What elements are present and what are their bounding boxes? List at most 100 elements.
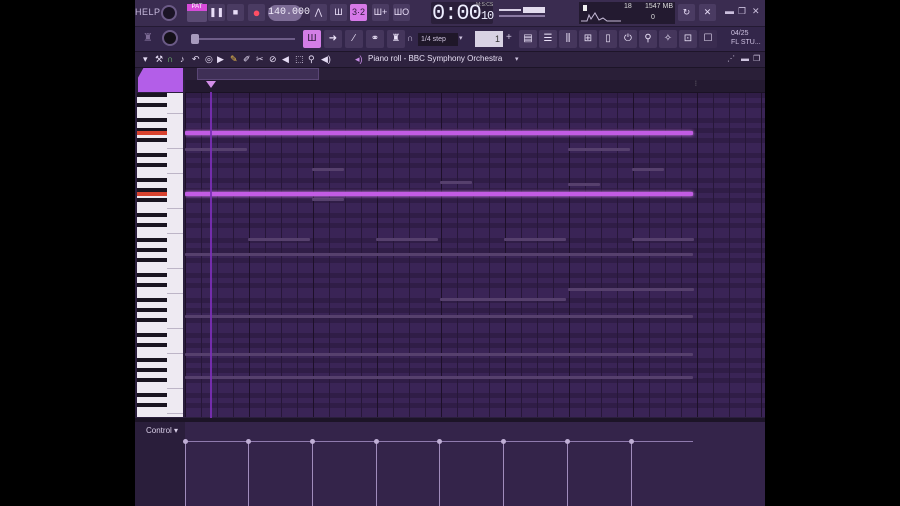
main-pitch-knob[interactable] (162, 30, 178, 46)
velocity-bar[interactable] (439, 442, 440, 506)
record-icon[interactable]: ◎ (205, 54, 213, 65)
touch-keyboard-button[interactable]: ✧ (659, 30, 677, 48)
minimize-icon[interactable]: ▬ (741, 54, 749, 63)
piano-roll-button[interactable]: Ш (303, 30, 321, 48)
scroll-window[interactable] (197, 68, 319, 80)
velocity-handle[interactable] (310, 439, 315, 444)
black-key[interactable] (137, 198, 167, 202)
note-grid[interactable] (185, 93, 765, 417)
piano-roll-corner[interactable] (138, 68, 183, 92)
slice-icon[interactable]: ◀ (282, 54, 289, 65)
black-key[interactable] (137, 403, 167, 407)
restore-icon[interactable]: ❐ (738, 6, 746, 17)
step-plus-icon[interactable]: + (506, 32, 512, 43)
velocity-handle[interactable] (501, 439, 506, 444)
black-key[interactable] (137, 163, 167, 167)
velocity-bar[interactable] (631, 442, 632, 506)
loop-end-marker[interactable]: ⋮ (693, 80, 699, 87)
piano-keyboard[interactable] (137, 93, 183, 417)
speaker-icon[interactable]: ◀) (321, 54, 331, 65)
black-key[interactable] (137, 178, 167, 182)
mixer-button[interactable]: ⫼ (559, 30, 577, 48)
mute-icon[interactable]: ⊘ (269, 54, 277, 65)
detach-icon[interactable]: ⋰ (727, 54, 735, 63)
highlighted-key[interactable] (137, 131, 167, 135)
control-selector[interactable]: Control ▾ (146, 426, 178, 435)
black-key[interactable] (137, 138, 167, 142)
pencil-icon[interactable]: ✎ (230, 54, 238, 65)
channel-rack-button[interactable]: ☰ (539, 30, 557, 48)
black-key[interactable] (137, 308, 167, 312)
wrench-icon[interactable]: ⚒ (155, 54, 163, 65)
stop-button[interactable]: ■ (227, 4, 244, 21)
loop-record-button[interactable]: ШO (393, 4, 410, 21)
velocity-lane[interactable] (183, 422, 765, 506)
cart-button[interactable]: ⊡ (679, 30, 697, 48)
stamp-button[interactable]: ♜ (387, 30, 405, 48)
black-key[interactable] (137, 368, 167, 372)
black-key[interactable] (137, 343, 167, 347)
black-key[interactable] (137, 393, 167, 397)
snap-selector[interactable]: 1/4 step (418, 33, 458, 46)
metronome-button[interactable]: ⋀ (310, 4, 327, 21)
countdown-button[interactable]: 3·2 (350, 4, 367, 21)
playlist-button[interactable]: ▤ (519, 30, 537, 48)
magnet-icon[interactable]: ∩ (167, 54, 173, 64)
velocity-bar[interactable] (567, 442, 568, 506)
play-button[interactable]: ❚❚ (208, 4, 225, 21)
browser-button[interactable]: ⊞ (579, 30, 597, 48)
close-icon[interactable]: ✕ (752, 6, 760, 17)
velocity-handle[interactable] (183, 439, 188, 444)
magnet-icon[interactable]: ∩ (407, 33, 413, 43)
black-key[interactable] (137, 273, 167, 277)
timeline-ruler[interactable] (185, 80, 765, 93)
control-lane[interactable]: Control ▾ (135, 422, 765, 506)
arrow-button[interactable]: ➜ (324, 30, 342, 48)
panic-button[interactable]: ✕ (699, 4, 716, 21)
piano-roll-title[interactable]: Piano roll - BBC Symphony Orchestra (368, 54, 502, 63)
main-pitch-slider[interactable] (191, 34, 295, 44)
velocity-handle[interactable] (437, 439, 442, 444)
velocity-bar[interactable] (185, 442, 186, 506)
plugin-picker-button[interactable]: ⚲ (639, 30, 657, 48)
maximize-icon[interactable]: ❐ (753, 54, 760, 63)
step-value[interactable]: 1 (475, 31, 503, 47)
undo-button[interactable]: ↻ (678, 4, 695, 21)
link-button[interactable]: ⚭ (366, 30, 384, 48)
velocity-handle[interactable] (374, 439, 379, 444)
black-key[interactable] (137, 333, 167, 337)
cpu-memory-panel[interactable]: 18 1547 MB 0 (579, 2, 675, 24)
velocity-bar[interactable] (312, 442, 313, 506)
tempo-display[interactable]: 140.000 (268, 5, 310, 21)
delete-icon[interactable]: ✂ (256, 54, 264, 65)
velocity-handle[interactable] (246, 439, 251, 444)
black-key[interactable] (137, 258, 167, 262)
note[interactable] (185, 131, 693, 135)
plugin-button[interactable]: ⏻ (619, 30, 637, 48)
undo-icon[interactable]: ↶ (192, 54, 200, 65)
velocity-bar[interactable] (248, 442, 249, 506)
select-icon[interactable]: ⬚ (295, 54, 304, 65)
note-icon[interactable]: ♪ (180, 54, 185, 64)
black-key[interactable] (137, 318, 167, 322)
velocity-handle[interactable] (629, 439, 634, 444)
menu-arrow-icon[interactable]: ▾ (143, 54, 148, 65)
help-menu[interactable]: HELP (135, 7, 161, 17)
minimize-icon[interactable]: ▬ (725, 6, 734, 16)
news-button[interactable]: ☐ (699, 30, 717, 48)
wait-input-button[interactable]: Ш (330, 4, 347, 21)
black-key[interactable] (137, 93, 167, 97)
note[interactable] (185, 192, 693, 196)
draw-button[interactable]: ∕ (345, 30, 363, 48)
project-button[interactable]: ▯ (599, 30, 617, 48)
scroll-overview[interactable] (185, 68, 765, 80)
instrument-arrow-icon[interactable]: ◂) (355, 54, 363, 65)
black-key[interactable] (137, 103, 167, 107)
black-key[interactable] (137, 213, 167, 217)
velocity-bar[interactable] (503, 442, 504, 506)
title-dropdown-icon[interactable]: ▾ (515, 55, 519, 63)
snap-dropdown-icon[interactable]: ▾ (459, 34, 463, 42)
zoom-icon[interactable]: ⚲ (308, 54, 315, 65)
black-key[interactable] (137, 118, 167, 122)
black-key[interactable] (137, 223, 167, 227)
